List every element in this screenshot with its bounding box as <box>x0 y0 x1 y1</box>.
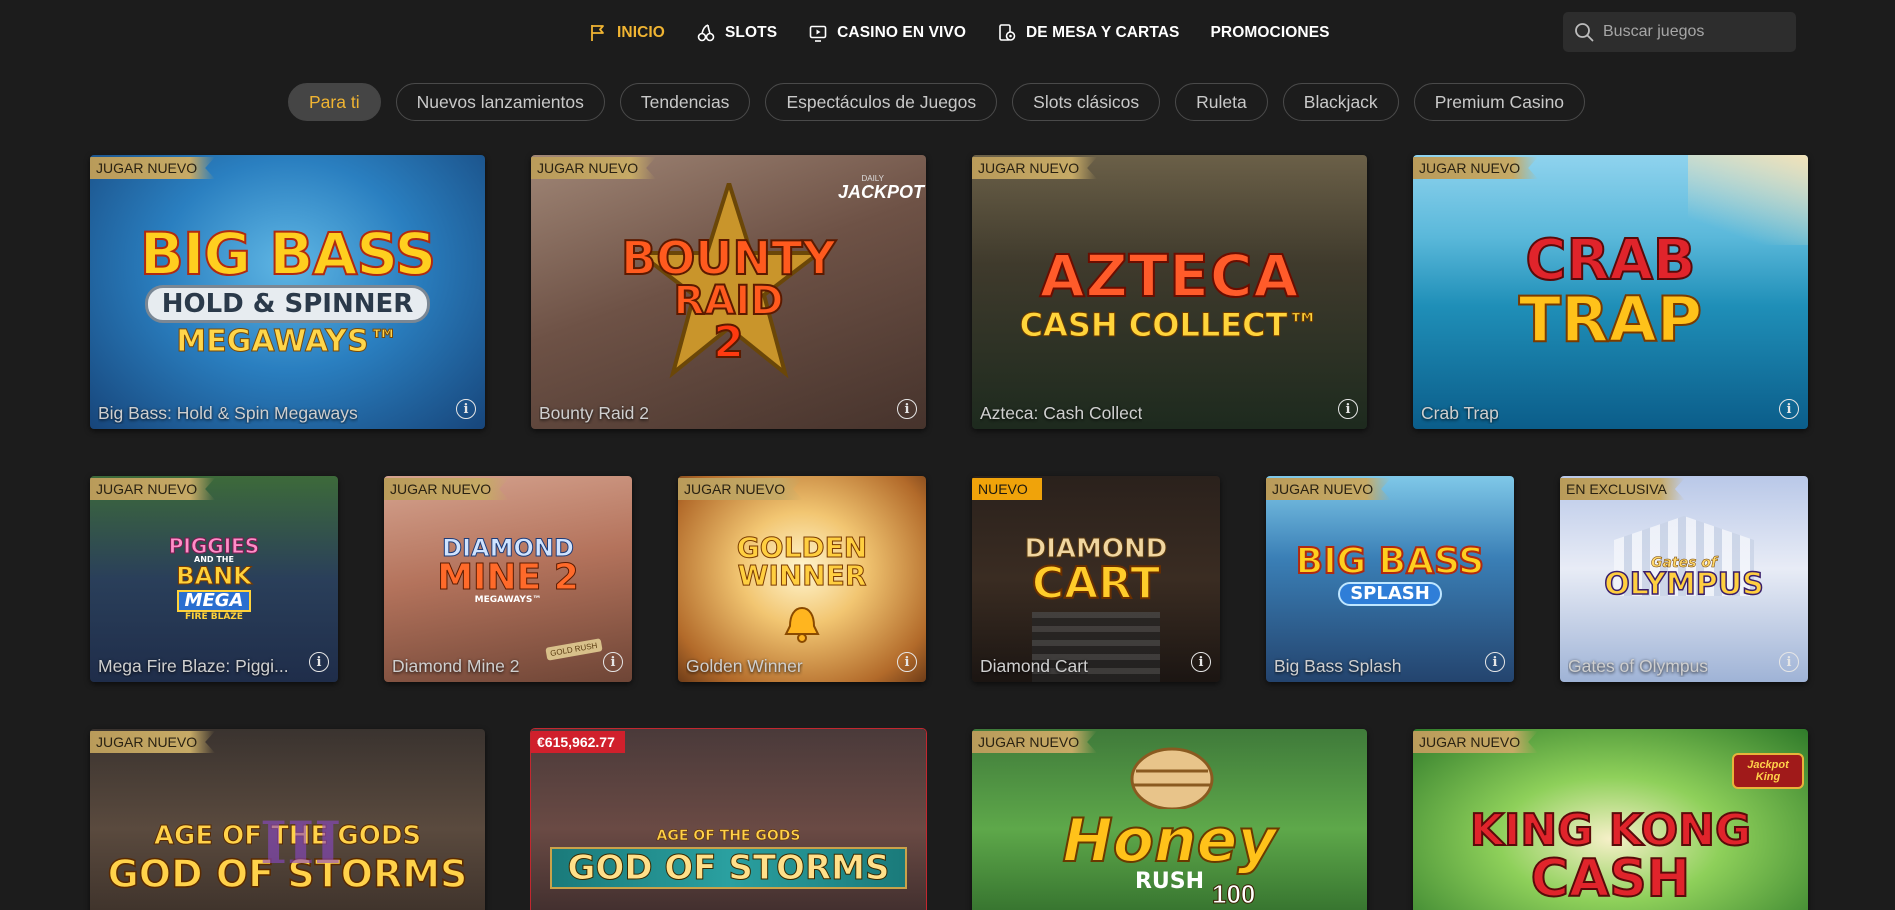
badge: EN EXCLUSIVA <box>1560 478 1685 500</box>
badge: JUGAR NUEVO <box>1266 478 1391 500</box>
nav-item-promociones[interactable]: PROMOCIONES <box>1210 22 1329 44</box>
pill-ruleta[interactable]: Ruleta <box>1175 83 1268 121</box>
multiplier-badge: 100 <box>1211 879 1256 910</box>
beehive-icon <box>1122 739 1222 811</box>
game-tile-diamond-mine-2[interactable]: DIAMOND MINE 2 MEGAWAYS™ GOLD RUSH JUGAR… <box>384 476 632 682</box>
pill-slots-clasicos[interactable]: Slots clásicos <box>1012 83 1161 121</box>
game-title: Golden Winner <box>686 656 803 676</box>
flag-icon <box>588 23 608 43</box>
game-tile-mega-fire-blaze-piggies[interactable]: PIGGIES AND THE BANK MEGA FIRE BLAZE JUG… <box>90 476 338 682</box>
game-title: Bounty Raid 2 <box>539 403 649 423</box>
jackpot-king-logo: Jackpot King <box>1732 753 1804 789</box>
badge: JUGAR NUEVO <box>384 478 509 500</box>
game-title: Big Bass Splash <box>1274 656 1402 676</box>
badge: NUEVO <box>972 478 1042 500</box>
info-icon[interactable]: i <box>897 399 917 419</box>
jackpot-corner-badge: DAILY JACKPOT <box>837 174 924 202</box>
game-tile-king-kong-cash[interactable]: Jackpot King KING KONG CASH JUGAR NUEVO <box>1413 729 1808 910</box>
info-icon[interactable]: i <box>1485 652 1505 672</box>
game-tile-big-bass-hold-spin-megaways[interactable]: BIG BASS HOLD & SPINNER MEGAWAYS™ JUGAR … <box>90 155 485 429</box>
game-artwork <box>90 155 485 429</box>
nav-item-casino-en-vivo[interactable]: CASINO EN VIVO <box>808 22 966 44</box>
sheriff-star-icon <box>633 176 825 403</box>
roman-numeral: III <box>260 809 342 877</box>
nav-label: PROMOCIONES <box>1210 24 1330 41</box>
info-icon[interactable]: i <box>1779 399 1799 419</box>
pill-nuevos-lanzamientos[interactable]: Nuevos lanzamientos <box>395 83 605 121</box>
top-navigation: INICIO SLOTS CASINO EN VIVO DE MESA Y CA… <box>0 0 1895 64</box>
badge: JUGAR NUEVO <box>531 157 656 179</box>
live-tv-icon <box>808 23 828 43</box>
badge: JUGAR NUEVO <box>90 731 215 753</box>
game-tile-crab-trap[interactable]: CRAB TRAP JUGAR NUEVO Crab Trap i <box>1413 155 1808 429</box>
game-title: Gates of Olympus <box>1568 656 1709 676</box>
game-artwork <box>531 729 926 910</box>
search-input[interactable] <box>1603 23 1783 41</box>
badge: JUGAR NUEVO <box>90 157 215 179</box>
game-title: Mega Fire Blaze: Piggi... <box>98 656 289 676</box>
game-tile-big-bass-splash[interactable]: BIG BASS SPLASH JUGAR NUEVO Big Bass Spl… <box>1266 476 1514 682</box>
info-icon[interactable]: i <box>1191 652 1211 672</box>
badge: JUGAR NUEVO <box>90 478 215 500</box>
pill-premium-casino[interactable]: Premium Casino <box>1413 83 1586 121</box>
search-box[interactable] <box>1563 12 1796 52</box>
game-title: Crab Trap <box>1421 403 1499 423</box>
main-nav: INICIO SLOTS CASINO EN VIVO DE MESA Y CA… <box>588 22 1361 44</box>
pill-para-ti[interactable]: Para ti <box>288 83 381 121</box>
game-artwork <box>678 476 926 682</box>
info-icon[interactable]: i <box>456 399 476 419</box>
badge: JUGAR NUEVO <box>972 731 1097 753</box>
sand-shore <box>1688 155 1808 245</box>
bell-icon <box>782 604 822 644</box>
game-title: Big Bass: Hold & Spin Megaways <box>98 403 358 423</box>
nav-label: INICIO <box>617 24 665 41</box>
nav-label: SLOTS <box>724 24 778 41</box>
game-tile-azteca-cash-collect[interactable]: AZTECA CASH COLLECT™ JUGAR NUEVO Azteca:… <box>972 155 1367 429</box>
game-tile-age-of-the-gods-god-of-storms-3[interactable]: AGE OF THE GODS GOD OF STORMS III JUGAR … <box>90 729 485 910</box>
nav-item-slots[interactable]: SLOTS <box>696 22 777 44</box>
nav-label: CASINO EN VIVO <box>837 24 967 41</box>
search-icon <box>1573 21 1595 43</box>
game-artwork <box>972 155 1367 429</box>
game-tile-golden-winner[interactable]: GOLDEN WINNER JUGAR NUEVO Golden Winner … <box>678 476 926 682</box>
jackpot-amount-badge: €615,962.77 <box>531 731 625 753</box>
pill-blackjack[interactable]: Blackjack <box>1282 83 1399 121</box>
game-tile-age-of-the-gods-god-of-storms[interactable]: AGE OF THE GODS GOD OF STORMS €615,962.7… <box>531 729 926 910</box>
badge: JUGAR NUEVO <box>1413 157 1538 179</box>
info-icon[interactable]: i <box>897 652 917 672</box>
info-icon[interactable]: i <box>603 652 623 672</box>
game-tile-bounty-raid-2[interactable]: BOUNTY RAID 2 DAILY JACKPOT JUGAR NUEVO … <box>531 155 926 429</box>
nav-label: DE MESA Y CARTAS <box>1026 24 1180 41</box>
info-icon[interactable]: i <box>1779 652 1799 672</box>
badge: JUGAR NUEVO <box>678 478 803 500</box>
badge: JUGAR NUEVO <box>1413 731 1538 753</box>
info-icon[interactable]: i <box>1338 399 1358 419</box>
pill-espectaculos-de-juegos[interactable]: Espectáculos de Juegos <box>765 83 998 121</box>
game-tile-honey-rush-100[interactable]: Honey RUSH 100 JUGAR NUEVO <box>972 729 1367 910</box>
game-title: Azteca: Cash Collect <box>980 403 1143 423</box>
cherries-icon <box>696 23 716 43</box>
game-title: Diamond Mine 2 <box>392 656 520 676</box>
game-tile-gates-of-olympus[interactable]: Gates of OLYMPUS EN EXCLUSIVA Gates of O… <box>1560 476 1808 682</box>
cards-chip-icon <box>997 23 1017 43</box>
info-icon[interactable]: i <box>309 652 329 672</box>
nav-item-de-mesa-y-cartas[interactable]: DE MESA Y CARTAS <box>997 22 1179 44</box>
category-pills: Para ti Nuevos lanzamientos Tendencias E… <box>288 83 1600 121</box>
nav-item-inicio[interactable]: INICIO <box>588 22 665 44</box>
pill-tendencias[interactable]: Tendencias <box>619 83 751 121</box>
game-tile-diamond-cart[interactable]: DIAMOND CART NUEVO Diamond Cart i <box>972 476 1220 682</box>
game-artwork <box>1266 476 1514 682</box>
game-artwork <box>90 476 338 682</box>
game-title: Diamond Cart <box>980 656 1088 676</box>
badge: JUGAR NUEVO <box>972 157 1097 179</box>
